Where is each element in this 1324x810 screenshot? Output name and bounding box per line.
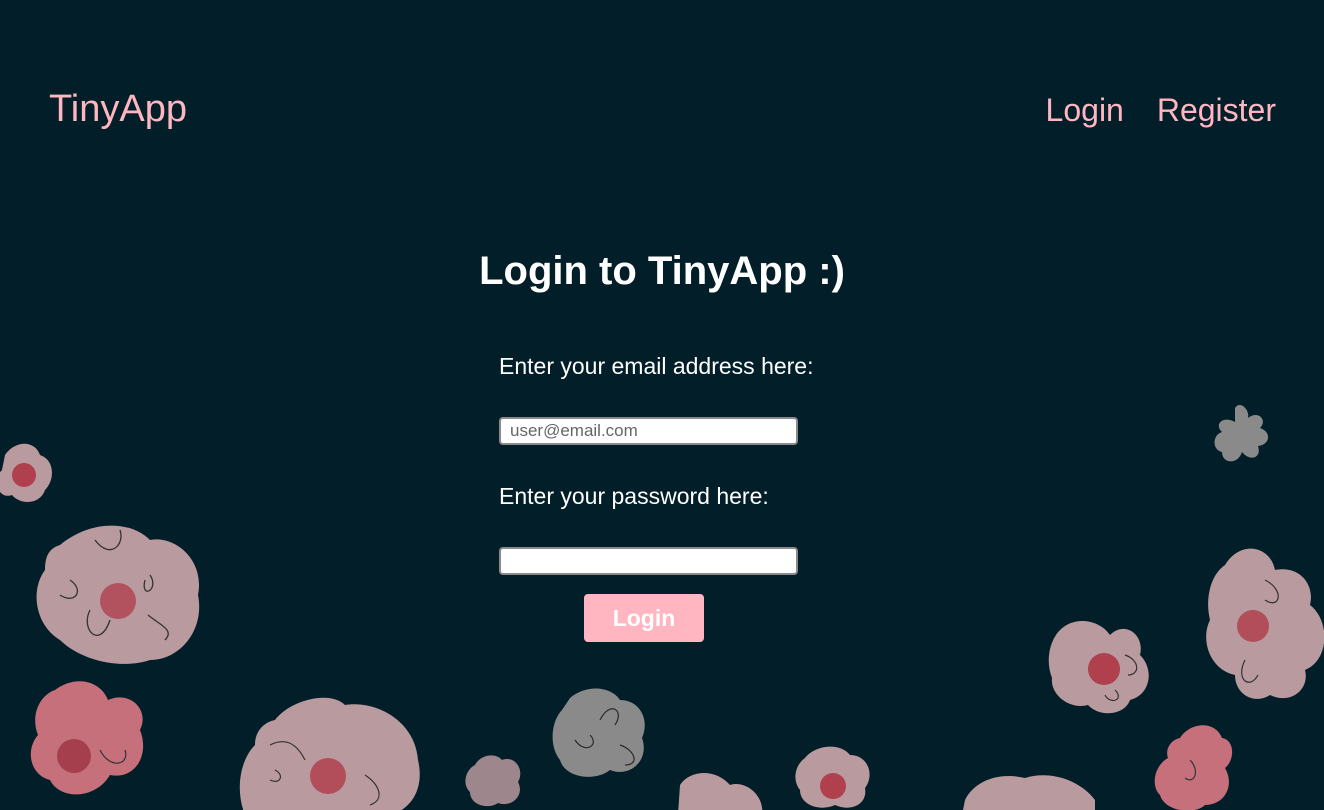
brand-logo-link[interactable]: TinyApp bbox=[49, 86, 187, 132]
flower-decoration bbox=[0, 443, 52, 502]
flower-decoration bbox=[465, 755, 521, 807]
nav-register-link[interactable]: Register bbox=[1157, 90, 1276, 130]
flower-decoration bbox=[239, 697, 420, 810]
flower-decoration bbox=[30, 681, 144, 795]
flower-decoration bbox=[678, 773, 763, 810]
password-label: Enter your password here: bbox=[499, 483, 769, 509]
email-label: Enter your email address here: bbox=[499, 353, 814, 379]
top-nav: Login Register bbox=[1046, 90, 1276, 130]
email-field[interactable] bbox=[499, 417, 798, 445]
flower-decoration bbox=[963, 775, 1095, 810]
flower-decoration bbox=[1214, 405, 1269, 462]
page-title: Login to TinyApp :) bbox=[479, 249, 845, 293]
flower-decoration bbox=[1206, 548, 1324, 699]
flower-decoration bbox=[1048, 620, 1149, 714]
login-submit-button[interactable]: Login bbox=[584, 594, 704, 642]
nav-login-link[interactable]: Login bbox=[1046, 90, 1124, 130]
flower-decoration bbox=[1154, 725, 1233, 810]
flower-decoration bbox=[795, 746, 870, 808]
login-page: TinyApp Login Register Login to TinyApp … bbox=[0, 0, 1324, 810]
password-field[interactable] bbox=[499, 547, 798, 575]
flower-decoration bbox=[552, 688, 645, 777]
flower-decoration bbox=[36, 525, 200, 664]
